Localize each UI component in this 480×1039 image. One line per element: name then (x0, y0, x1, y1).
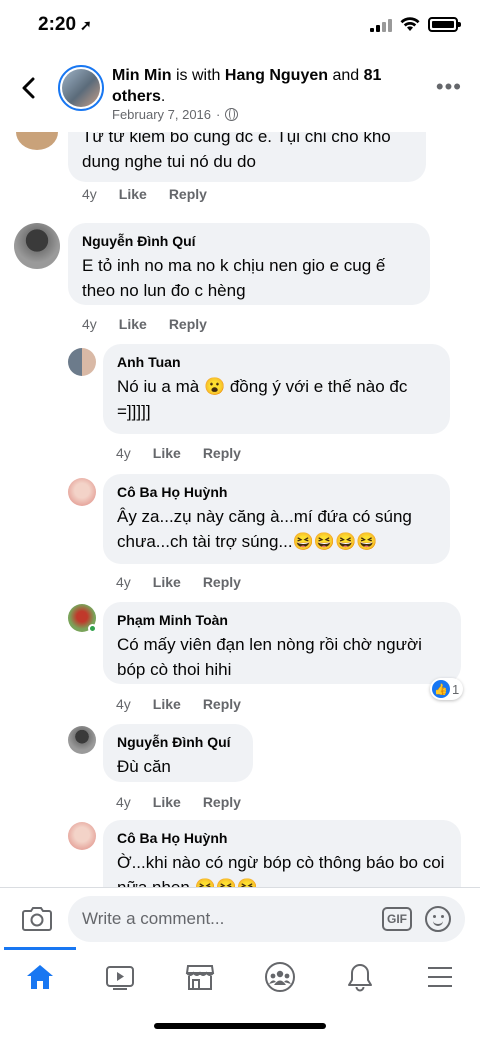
comment-text: Nó iu a mà 😮 đồng ý với e thế nào đc =]]… (117, 377, 408, 421)
more-options-button[interactable]: ••• (436, 76, 462, 98)
reaction-count[interactable]: 👍 1 (430, 678, 464, 700)
status-time: 2:20 ➚ (38, 14, 92, 35)
bell-icon (348, 964, 372, 992)
comment-bubble: Anh Tuan Nó iu a mà 😮 đồng ý với e thế n… (103, 344, 450, 434)
reply-button[interactable]: Reply (169, 316, 207, 332)
comment-text: E tỏ inh no ma no k chịu nen gio e cug ế… (82, 256, 386, 300)
tab-marketplace[interactable] (160, 950, 240, 1004)
status-icons (370, 17, 461, 32)
hamburger-menu-icon (428, 967, 452, 987)
like-button[interactable]: Like (153, 794, 181, 810)
marketplace-icon (185, 965, 215, 990)
comment-author[interactable]: Phạm Minh Toàn (117, 611, 447, 629)
comments-list: Từ từ kiếm bồ cũng đc e. Tụi chỉ cho khỏ… (0, 132, 480, 887)
comment-time: 4y (116, 794, 131, 810)
comment-text: Ây za...zụ này căng à...mí đứa có súng c… (117, 507, 412, 551)
post-title: Min Min is with Hang Nguyen and 81 other… (112, 67, 382, 105)
status-bar: 2:20 ➚ (0, 0, 480, 52)
comment-actions: 4y Like Reply (82, 186, 207, 202)
reply-button[interactable]: Reply (169, 186, 207, 202)
comment-author[interactable]: Cô Ba Họ Huỳnh (117, 829, 447, 847)
reply-comment: Phạm Minh Toàn Có mấy viên đạn len nòng … (0, 602, 480, 712)
comment-time: 4y (116, 696, 131, 712)
laughing-emoji-icon: 😆😆😆😆 (292, 532, 378, 551)
post-date[interactable]: February 7, 2016 · (112, 107, 239, 122)
groups-icon (265, 962, 295, 992)
commenter-avatar[interactable] (16, 132, 58, 150)
commenter-avatar[interactable] (14, 223, 60, 269)
comment-text: Ờ...khi nào có ngừ bóp cò thông báo bo c… (117, 850, 447, 887)
comment-bubble: Nguyễn Đình Quí Đù căn (103, 724, 253, 782)
home-indicator[interactable] (154, 1023, 326, 1029)
comment-bubble: Phạm Minh Toàn Có mấy viên đạn len nòng … (103, 602, 461, 684)
comment-bubble: Cô Ba Họ Huỳnh Ờ...khi nào có ngừ bóp cò… (103, 820, 461, 887)
comment-author[interactable]: Nguyễn Đình Quí (82, 232, 416, 250)
thumbs-up-icon: 👍 (432, 680, 450, 698)
comment: Nguyễn Đình Quí E tỏ inh no ma no k chịu… (0, 220, 480, 332)
back-button[interactable] (14, 74, 42, 102)
comment-bubble: Từ từ kiếm bồ cũng đc e. Tụi chỉ cho khỏ… (68, 132, 426, 182)
like-button[interactable]: Like (119, 186, 147, 202)
comment-text: Có mấy viên đạn len nòng rồi chờ người b… (117, 635, 422, 679)
reply-button[interactable]: Reply (203, 574, 241, 590)
comment-actions: 4y Like Reply (116, 445, 241, 461)
comment-time: 4y (82, 186, 97, 202)
comment-author[interactable]: Nguyễn Đình Quí (117, 733, 239, 751)
surprised-emoji-icon: 😮 (203, 377, 226, 396)
reply-comment: Anh Tuan Nó iu a mà 😮 đồng ý với e thế n… (0, 342, 480, 462)
comment-author[interactable]: Cô Ba Họ Huỳnh (117, 483, 436, 501)
commenter-avatar[interactable] (68, 822, 96, 850)
gif-button[interactable]: GIF (382, 907, 412, 931)
camera-icon[interactable] (22, 905, 52, 931)
commenter-avatar[interactable] (68, 726, 96, 754)
comment-actions: 4y Like Reply (116, 794, 241, 810)
chevron-left-icon (22, 77, 35, 99)
tagged-name-link[interactable]: Hang Nguyen (225, 67, 328, 84)
tab-home[interactable] (0, 947, 80, 1004)
location-icon: ➚ (80, 17, 92, 33)
comment-text: Từ từ kiếm bồ cũng đc e. Tụi chỉ cho khỏ… (82, 132, 391, 171)
video-icon (106, 966, 134, 990)
reply-button[interactable]: Reply (203, 445, 241, 461)
comment: Từ từ kiếm bồ cũng đc e. Tụi chỉ cho khỏ… (0, 132, 480, 210)
comment-actions: 4y Like Reply (116, 574, 241, 590)
bottom-tab-bar (0, 947, 480, 1004)
comment-text: Đù căn (117, 757, 171, 776)
reply-comment: Cô Ba Họ Huỳnh Ây za...zụ này căng à...m… (0, 472, 480, 592)
comment-composer: GIF (0, 887, 480, 950)
like-button[interactable]: Like (153, 445, 181, 461)
comment-time: 4y (116, 574, 131, 590)
comment-actions: 4y Like Reply (82, 316, 207, 332)
reply-button[interactable]: Reply (203, 794, 241, 810)
tab-notifications[interactable] (320, 950, 400, 1004)
home-icon (27, 965, 53, 989)
commenter-avatar[interactable] (68, 348, 96, 376)
commenter-avatar[interactable] (68, 478, 96, 506)
comment-bubble: Cô Ba Họ Huỳnh Ây za...zụ này căng à...m… (103, 474, 450, 564)
comment-actions: 4y Like Reply (116, 696, 241, 712)
like-button[interactable]: Like (153, 574, 181, 590)
battery-icon (428, 17, 461, 32)
reply-button[interactable]: Reply (203, 696, 241, 712)
signal-icon (370, 18, 392, 32)
reply-comment: Cô Ba Họ Huỳnh Ờ...khi nào có ngừ bóp cò… (0, 820, 480, 887)
comment-bubble: Nguyễn Đình Quí E tỏ inh no ma no k chịu… (68, 223, 430, 305)
emoji-icon[interactable] (425, 906, 451, 932)
author-name-link[interactable]: Min Min (112, 67, 172, 84)
reply-comment: Nguyễn Đình Quí Đù căn 4y Like Reply (0, 722, 480, 812)
comment-time: 4y (82, 316, 97, 332)
like-button[interactable]: Like (153, 696, 181, 712)
author-avatar[interactable] (58, 65, 104, 111)
post-header: Min Min is with Hang Nguyen and 81 other… (0, 52, 480, 132)
like-button[interactable]: Like (119, 316, 147, 332)
comment-author[interactable]: Anh Tuan (117, 353, 436, 371)
tab-menu[interactable] (400, 950, 480, 1004)
globe-icon (225, 108, 239, 121)
laughing-emoji-icon: 😆😆😆 (195, 878, 259, 887)
tab-watch[interactable] (80, 950, 160, 1004)
wifi-icon (400, 17, 420, 31)
comment-time: 4y (116, 445, 131, 461)
tab-groups[interactable] (240, 950, 320, 1004)
online-status-icon (88, 624, 97, 633)
